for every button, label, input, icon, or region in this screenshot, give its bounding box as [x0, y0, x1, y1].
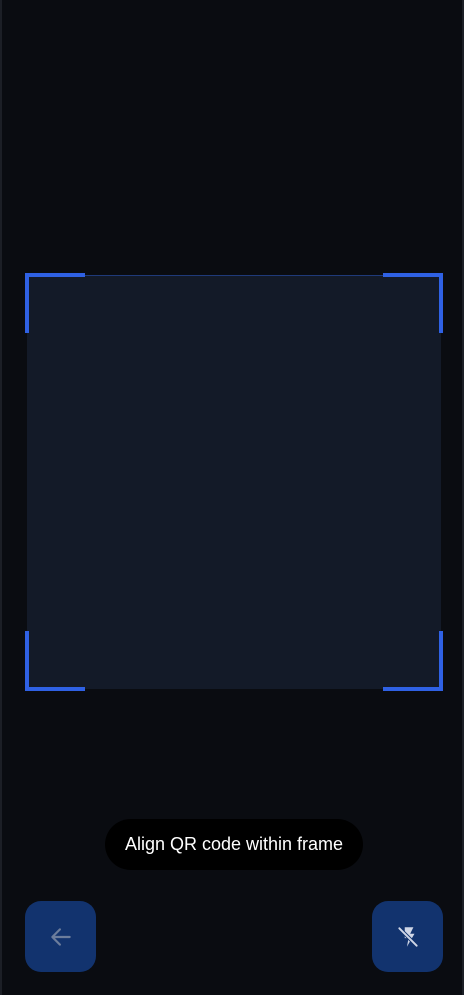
scan-hint-text: Align QR code within frame: [124, 834, 344, 854]
flash-toggle-button[interactable]: [372, 901, 443, 972]
scan-area: [27, 275, 441, 689]
frame-corner-top-left: [25, 273, 85, 333]
frame-corner-top-right: [383, 273, 443, 333]
flash-off-icon: [395, 924, 421, 950]
arrow-left-icon: [48, 924, 74, 950]
frame-corner-bottom-right: [383, 631, 443, 691]
scan-hint-toast: Align QR code within frame: [105, 819, 363, 870]
frame-corner-bottom-left: [25, 631, 85, 691]
back-button[interactable]: [25, 901, 96, 972]
qr-scanner-screen: Align QR code within frame: [0, 0, 464, 995]
